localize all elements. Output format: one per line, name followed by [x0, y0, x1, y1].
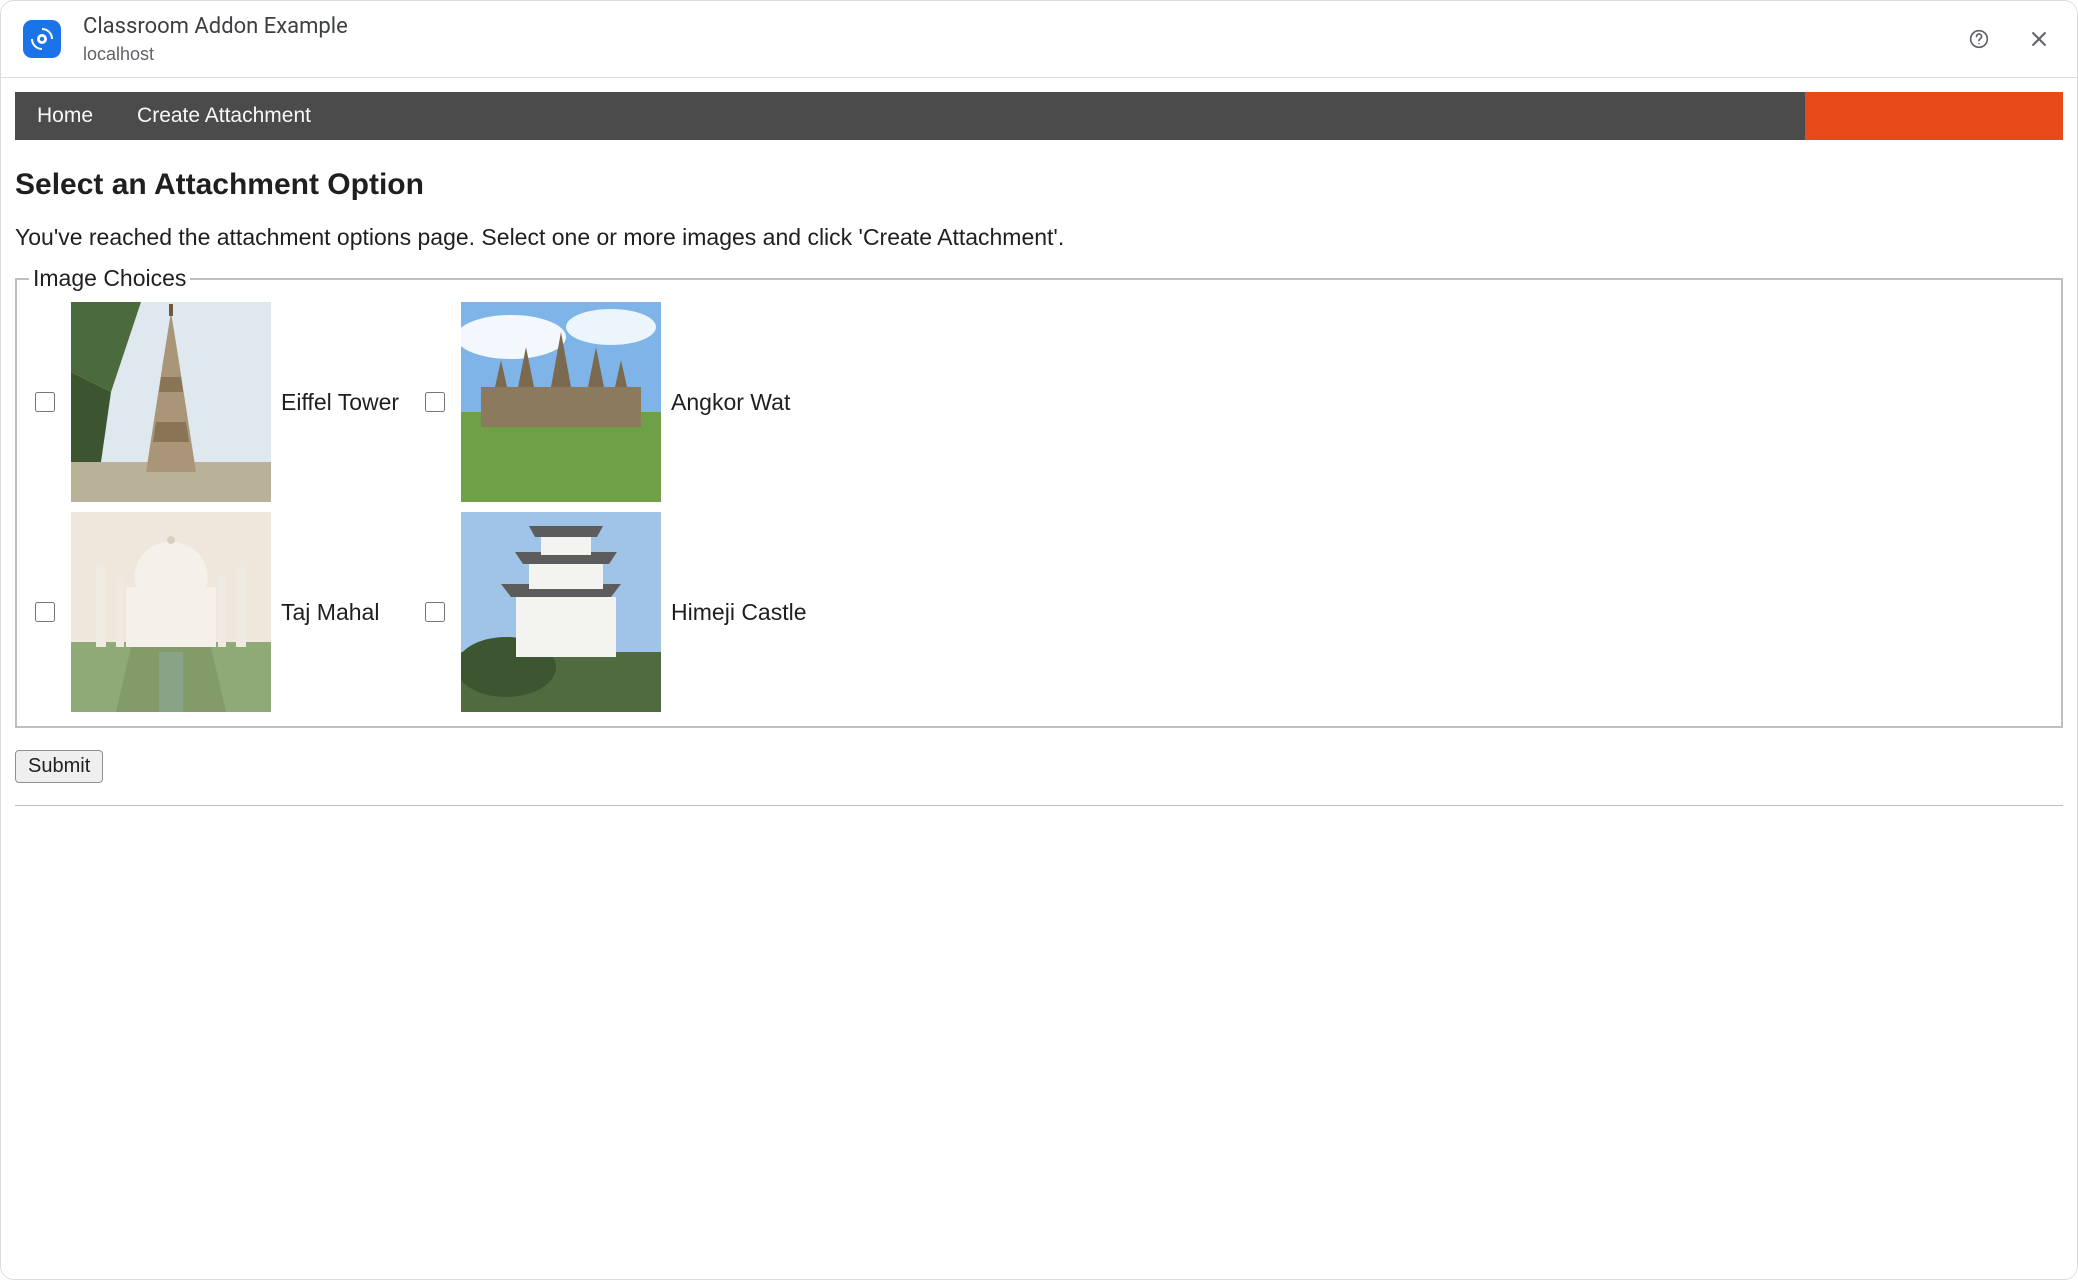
- content-frame: Home Create Attachment Select an Attachm…: [1, 78, 2077, 1279]
- checkbox-himeji-castle[interactable]: [425, 602, 445, 622]
- separator: [15, 805, 2063, 806]
- nav-home[interactable]: Home: [15, 92, 115, 140]
- submit-button[interactable]: Submit: [15, 750, 103, 783]
- choice-angkor-wat[interactable]: Angkor Wat: [419, 302, 806, 502]
- fieldset-legend: Image Choices: [29, 265, 190, 292]
- page-instructions: You've reached the attachment options pa…: [15, 224, 2063, 251]
- choice-taj-mahal[interactable]: Taj Mahal: [29, 512, 399, 712]
- thumb-eiffel-tower: [71, 302, 271, 502]
- navbar-accent: [1805, 92, 2063, 140]
- thumb-taj-mahal: [71, 512, 271, 712]
- checkbox-taj-mahal[interactable]: [35, 602, 55, 622]
- app-logo-icon: [23, 20, 61, 58]
- choice-eiffel-tower[interactable]: Eiffel Tower: [29, 302, 399, 502]
- help-icon[interactable]: [1963, 23, 1995, 55]
- choice-label: Taj Mahal: [281, 599, 379, 626]
- dialog-title: Classroom Addon Example: [83, 13, 1963, 41]
- choice-label: Angkor Wat: [671, 389, 790, 416]
- page-title: Select an Attachment Option: [15, 168, 2063, 202]
- choice-himeji-castle[interactable]: Himeji Castle: [419, 512, 806, 712]
- dialog-subtitle: localhost: [83, 43, 1963, 66]
- checkbox-angkor-wat[interactable]: [425, 392, 445, 412]
- dialog-header: Classroom Addon Example localhost: [1, 1, 2077, 78]
- choice-label: Eiffel Tower: [281, 389, 399, 416]
- thumb-angkor-wat: [461, 302, 661, 502]
- checkbox-eiffel-tower[interactable]: [35, 392, 55, 412]
- image-choices-fieldset: Image Choices Eiffel Tower: [15, 265, 2063, 728]
- close-icon[interactable]: [2023, 23, 2055, 55]
- choice-label: Himeji Castle: [671, 599, 806, 626]
- thumb-himeji-castle: [461, 512, 661, 712]
- nav-create-attachment[interactable]: Create Attachment: [115, 92, 333, 140]
- navbar: Home Create Attachment: [15, 92, 2063, 140]
